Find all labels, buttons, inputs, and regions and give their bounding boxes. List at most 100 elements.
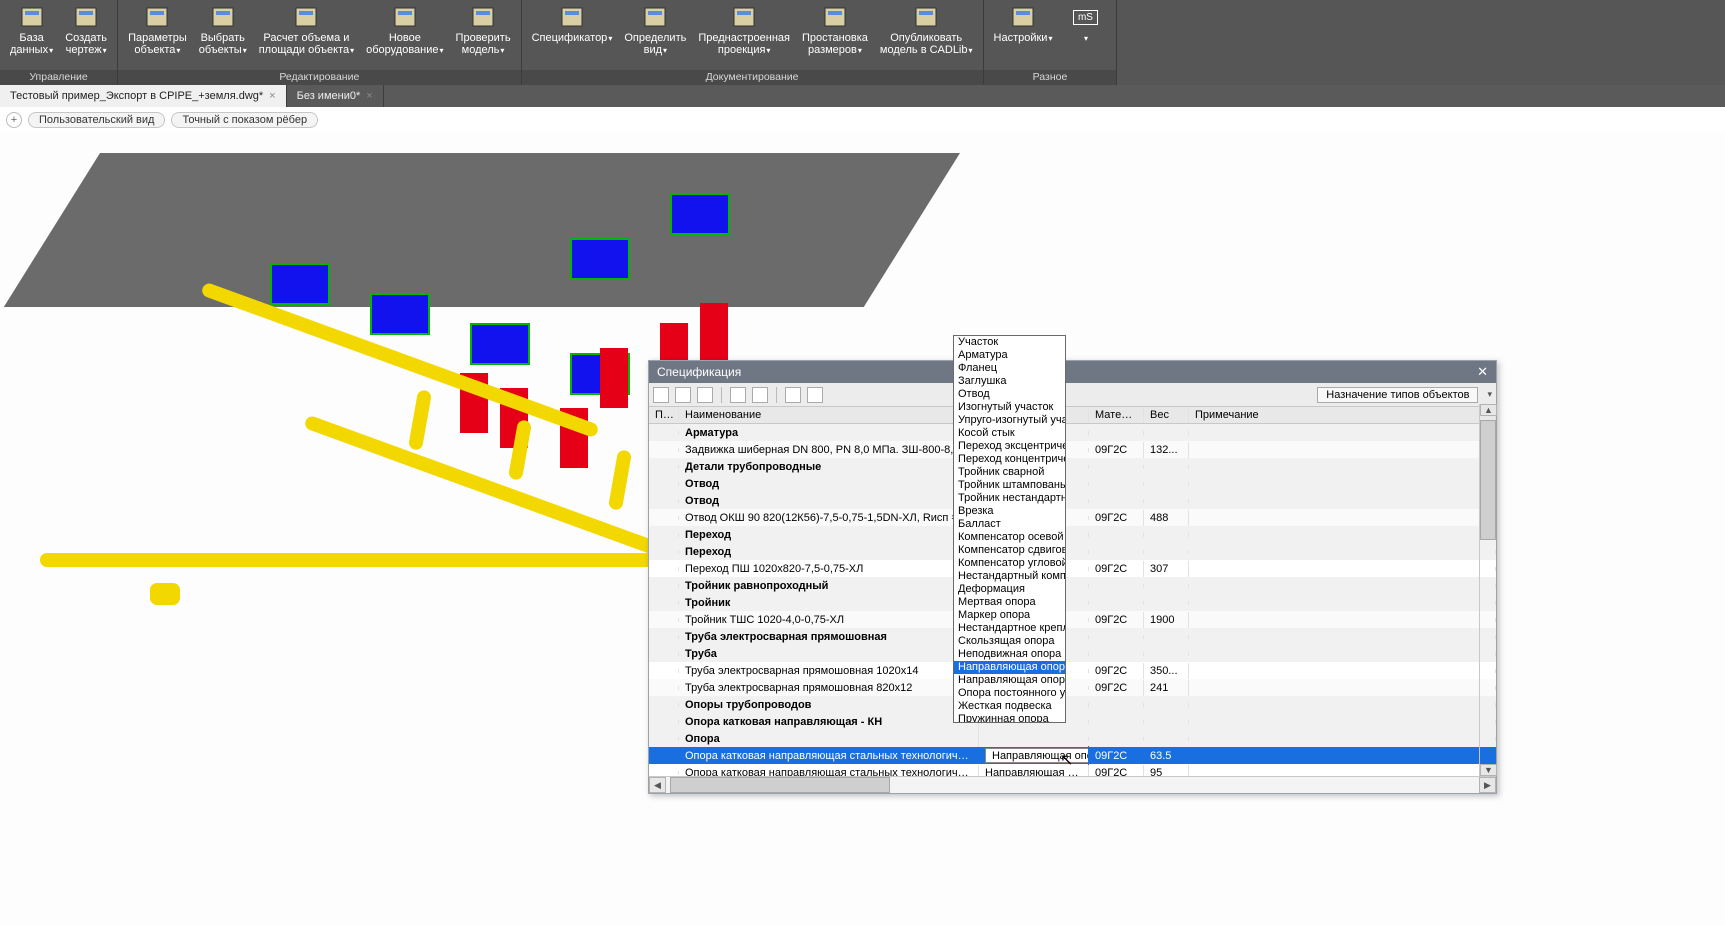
col-material[interactable]: Материал bbox=[1089, 407, 1144, 423]
addrow-icon[interactable] bbox=[785, 387, 801, 403]
dropdown-option[interactable]: Пружинная опора bbox=[954, 713, 1065, 723]
dropdown-option[interactable]: Балласт bbox=[954, 518, 1065, 531]
vscroll-thumb[interactable] bbox=[1480, 420, 1496, 540]
dropdown-option[interactable]: Опора постоянного усил bbox=[954, 687, 1065, 700]
export-icon[interactable] bbox=[752, 387, 768, 403]
spec-data-row[interactable]: Отвод ОКШ 90 820(12К56)-7,5-0,75-1,5DN-Х… bbox=[649, 509, 1496, 526]
dropdown-option[interactable]: Арматура bbox=[954, 349, 1065, 362]
type-dropdown[interactable]: УчастокАрматураФланецЗаглушкаОтводИзогну… bbox=[953, 335, 1066, 723]
ms-button[interactable]: mS bbox=[1058, 2, 1112, 70]
dropdown-option[interactable]: Тройник штампованый bbox=[954, 479, 1065, 492]
hscroll-thumb[interactable] bbox=[670, 777, 890, 793]
spec-data-row[interactable]: Задвижка шиберная DN 800, PN 8,0 МПа. ЗШ… bbox=[649, 441, 1496, 458]
spec-group-row[interactable]: Опора катковая направляющая - КН bbox=[649, 713, 1496, 730]
spec-data-row[interactable]: Переход ПШ 1020х820-7,5-0,75-ХЛ09Г2С307 bbox=[649, 560, 1496, 577]
scroll-up-icon[interactable]: ▲ bbox=[1480, 404, 1497, 416]
dropdown-option[interactable]: Направляющая опора2 bbox=[954, 674, 1065, 687]
cell-pos bbox=[649, 550, 679, 554]
spec-titlebar[interactable]: Спецификация ✕ bbox=[649, 361, 1496, 383]
preset-projection-button[interactable]: Преднастроенная проекция bbox=[692, 2, 796, 70]
spec-group-row[interactable]: Опоры трубопроводов bbox=[649, 696, 1496, 713]
col-name[interactable]: Наименование bbox=[679, 407, 979, 423]
dropdown-option[interactable]: Изогнутый участок bbox=[954, 401, 1065, 414]
spec-data-row[interactable]: Тройник ТШС 1020-4,0-0,75-ХЛ09Г2С1900 bbox=[649, 611, 1496, 628]
tab-close-icon[interactable]: × bbox=[366, 90, 372, 102]
dropdown-option[interactable]: Скользящая опора bbox=[954, 635, 1065, 648]
dropdown-option[interactable]: Жесткая подвеска bbox=[954, 700, 1065, 713]
dropdown-option[interactable]: Тройник сварной bbox=[954, 466, 1065, 479]
col-note[interactable]: Примечание bbox=[1189, 407, 1496, 423]
dropdown-option[interactable]: Переход эксцентрически bbox=[954, 440, 1065, 453]
delrow-icon[interactable] bbox=[807, 387, 823, 403]
dropdown-option[interactable]: Отвод bbox=[954, 388, 1065, 401]
define-view-button[interactable]: Определить вид bbox=[618, 2, 692, 70]
settings-button[interactable]: Настройки bbox=[988, 2, 1059, 70]
select-objects-button[interactable]: Выбрать объекты bbox=[193, 2, 253, 70]
col-weight[interactable]: Вес bbox=[1144, 407, 1189, 423]
spec-group-row[interactable]: Опора bbox=[649, 730, 1496, 747]
scroll-down-icon[interactable]: ▼ bbox=[1480, 764, 1497, 776]
cell-note bbox=[1189, 771, 1496, 775]
dropdown-option[interactable]: Компенсатор осевой bbox=[954, 531, 1065, 544]
add-view-button[interactable]: + bbox=[6, 112, 22, 128]
publish-cadlib-button[interactable]: Опубликовать модель в CADLib bbox=[874, 2, 979, 70]
dropdown-option[interactable]: Мертвая опора bbox=[954, 596, 1065, 609]
grid-icon[interactable] bbox=[675, 387, 691, 403]
dropdown-option[interactable]: Неподвижная опора bbox=[954, 648, 1065, 661]
tab-close-icon[interactable]: × bbox=[269, 90, 275, 102]
cell-weight: 307 bbox=[1144, 561, 1189, 577]
assign-types-button[interactable]: Назначение типов объектов bbox=[1317, 387, 1478, 403]
dropdown-option[interactable]: Переход концентрически bbox=[954, 453, 1065, 466]
dropdown-option[interactable]: Тройник нестандартный bbox=[954, 492, 1065, 505]
new-equipment-button[interactable]: Новое оборудование bbox=[360, 2, 449, 70]
spec-group-row[interactable]: Переход bbox=[649, 526, 1496, 543]
check-model-button[interactable]: Проверить модель bbox=[450, 2, 517, 70]
dropdown-option[interactable]: Компенсатор сдвиговый bbox=[954, 544, 1065, 557]
dropdown-option[interactable]: Нестандартный компенс bbox=[954, 570, 1065, 583]
spec-group-row[interactable]: Переход bbox=[649, 543, 1496, 560]
dropdown-option[interactable]: Компенсатор угловой bbox=[954, 557, 1065, 570]
col-position[interactable]: По... bbox=[649, 407, 679, 423]
refresh-icon[interactable] bbox=[730, 387, 746, 403]
spec-group-row[interactable]: Отвод bbox=[649, 492, 1496, 509]
palette-icon[interactable] bbox=[697, 387, 713, 403]
dropdown-option[interactable]: Нестандартное креплени bbox=[954, 622, 1065, 635]
scroll-left-icon[interactable]: ◀ bbox=[649, 777, 666, 793]
dropdown-option[interactable]: Направляющая опора bbox=[954, 661, 1065, 674]
dropdown-option[interactable]: Деформация bbox=[954, 583, 1065, 596]
style-chip[interactable]: Точный с показом рёбер bbox=[171, 112, 318, 128]
spec-grid[interactable]: По... Наименование Материал Вес Примечан… bbox=[649, 407, 1496, 776]
create-drawing-button[interactable]: Создать чертеж bbox=[59, 2, 113, 70]
dropdown-option[interactable]: Врезка bbox=[954, 505, 1065, 518]
dropdown-option[interactable]: Косой стык bbox=[954, 427, 1065, 440]
view-chip[interactable]: Пользовательский вид bbox=[28, 112, 165, 128]
chevron-down-icon[interactable]: ▾ bbox=[1487, 389, 1492, 400]
close-icon[interactable]: ✕ bbox=[1477, 364, 1488, 380]
spec-group-row[interactable]: Детали трубопроводные bbox=[649, 458, 1496, 475]
file-tab[interactable]: Без имени0*× bbox=[287, 85, 384, 107]
spec-vscroll[interactable]: ▲ ▼ bbox=[1479, 404, 1496, 776]
cell-material bbox=[1089, 431, 1144, 435]
dropdown-option[interactable]: Участок bbox=[954, 336, 1065, 349]
spec-group-row[interactable]: Тройник bbox=[649, 594, 1496, 611]
dropdown-option[interactable]: Упруго-изогнутый участо bbox=[954, 414, 1065, 427]
dimensions-button[interactable]: Простановка размеров bbox=[796, 2, 874, 70]
spec-data-row[interactable]: Труба электросварная прямошовная 1020х14… bbox=[649, 662, 1496, 679]
spec-group-row[interactable]: Труба bbox=[649, 645, 1496, 662]
spec-hscroll[interactable]: ◀ ▶ bbox=[649, 776, 1496, 793]
file-tab[interactable]: Тестовый пример_Экспорт в CPIPE_+земля.d… bbox=[0, 85, 287, 107]
spec-group-row[interactable]: Арматура bbox=[649, 424, 1496, 441]
scroll-right-icon[interactable]: ▶ bbox=[1479, 777, 1496, 793]
dropdown-option[interactable]: Заглушка bbox=[954, 375, 1065, 388]
calc-volume-button[interactable]: Расчет объема и площади объекта bbox=[253, 2, 360, 70]
spec-group-row[interactable]: Труба электросварная прямошовная bbox=[649, 628, 1496, 645]
object-params-button[interactable]: Параметры объекта bbox=[122, 2, 193, 70]
dropdown-option[interactable]: Маркер опора bbox=[954, 609, 1065, 622]
spec-group-row[interactable]: Отвод bbox=[649, 475, 1496, 492]
spec-data-row[interactable]: Труба электросварная прямошовная 820х120… bbox=[649, 679, 1496, 696]
spec-group-row[interactable]: Тройник равнопроходный bbox=[649, 577, 1496, 594]
sort-icon[interactable] bbox=[653, 387, 669, 403]
specifier-button[interactable]: Спецификатор bbox=[526, 2, 619, 70]
dropdown-option[interactable]: Фланец bbox=[954, 362, 1065, 375]
database-button[interactable]: База данных bbox=[4, 2, 59, 70]
